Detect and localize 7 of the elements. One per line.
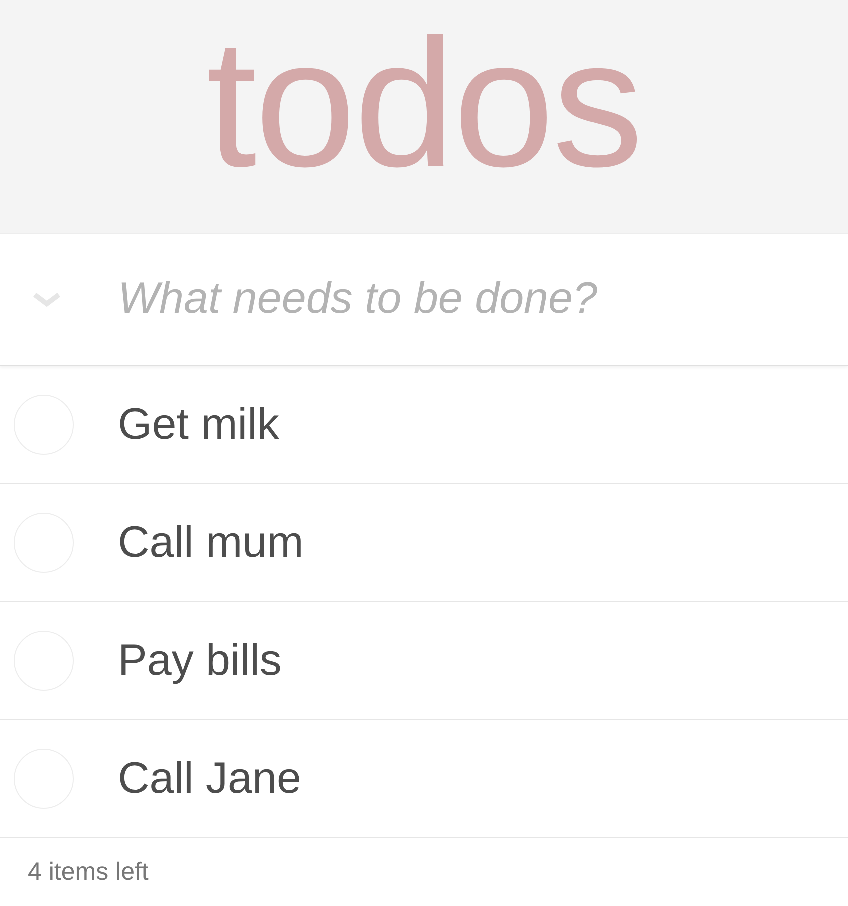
items-left-count: 4 items left xyxy=(28,858,149,886)
new-todo-field[interactable]: What needs to be done? xyxy=(118,274,848,324)
todo-label: Pay bills xyxy=(118,636,282,686)
todo-label: Call mum xyxy=(118,518,304,568)
app-title: todos xyxy=(206,0,642,194)
todo-label: Get milk xyxy=(118,400,280,450)
todo-label: Call Jane xyxy=(118,754,302,804)
